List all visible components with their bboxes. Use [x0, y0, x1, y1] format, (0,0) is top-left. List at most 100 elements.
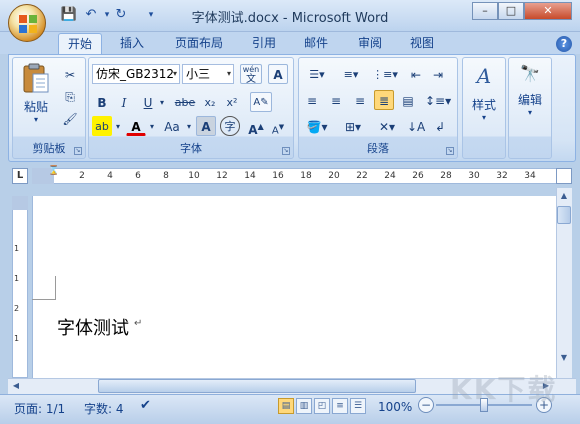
proofing-icon[interactable]: ✔ [140, 398, 151, 413]
increase-indent-icon[interactable]: ⇥ [428, 64, 448, 84]
align-left-icon[interactable]: ≡ [302, 90, 322, 110]
phonetic-guide-button[interactable]: wén 文 [240, 64, 262, 85]
paragraph-launcher-icon[interactable]: ↘ [446, 147, 454, 155]
tab-insert[interactable]: 插入 [112, 33, 152, 54]
decrease-indent-icon[interactable]: ⇤ [406, 64, 426, 84]
ruler-tick-label: 24 [384, 171, 396, 181]
document-text[interactable]: 字体测试 [57, 314, 129, 340]
bullets-icon[interactable]: ☰▾ [302, 64, 332, 84]
font-launcher-icon[interactable]: ↘ [282, 147, 290, 155]
underline-button[interactable]: U [138, 92, 158, 112]
tab-home[interactable]: 开始 [58, 33, 102, 54]
vertical-ruler[interactable] [12, 196, 28, 378]
styles-button[interactable]: A 样式 ▾ [464, 64, 504, 134]
cut-icon[interactable]: ✂ [60, 64, 80, 84]
italic-button[interactable]: I [114, 92, 134, 112]
vruler-tick: 1 [14, 244, 20, 253]
sort-icon[interactable]: ↓A [406, 116, 426, 136]
chinese-layout-icon[interactable]: ✕▾ [374, 116, 400, 136]
tab-page-layout[interactable]: 页面布局 [164, 33, 234, 54]
shading-icon[interactable]: 🪣▾ [302, 116, 332, 136]
paragraph-mark: ↵ [134, 318, 143, 329]
change-case-button[interactable]: Aa [160, 116, 184, 136]
tab-selector-icon[interactable]: L [12, 168, 28, 184]
full-screen-reading-icon[interactable]: ▥ [296, 398, 312, 414]
styles-icon: A [476, 64, 492, 88]
subscript-button[interactable]: x₂ [200, 92, 220, 112]
ruler-tick-label: 28 [440, 171, 452, 181]
shrink-font-button[interactable]: A▼ [268, 116, 288, 136]
help-icon[interactable]: ? [556, 36, 572, 52]
paste-label: 粘贴 [23, 100, 48, 114]
margin-corner-mark [32, 276, 56, 300]
office-button[interactable] [8, 4, 46, 42]
tab-mailings[interactable]: 邮件 [296, 33, 336, 54]
indent-marker-icon[interactable]: ⌛ [48, 166, 59, 176]
paste-icon [23, 63, 49, 93]
strikethrough-button[interactable]: abe [172, 92, 198, 112]
page-count[interactable]: 页面: 1/1 [14, 400, 65, 417]
scroll-down-icon[interactable]: ▼ [558, 352, 570, 364]
grow-font-button[interactable]: A▲ [246, 116, 266, 137]
character-shading-button[interactable]: A [196, 116, 216, 136]
ruler-tick-label: 32 [496, 171, 508, 181]
editing-dropdown-icon: ▾ [527, 108, 532, 117]
enclose-characters-button[interactable]: 字 [220, 116, 240, 136]
document-page[interactable] [32, 196, 556, 378]
highlight-button[interactable]: ab [92, 116, 112, 136]
tab-view[interactable]: 视图 [402, 33, 442, 54]
ruler-tick-label: 16 [272, 171, 284, 181]
font-color-button[interactable]: A [126, 116, 146, 136]
tab-review[interactable]: 审阅 [350, 33, 390, 54]
line-spacing-icon[interactable]: ↕≡▾ [424, 90, 452, 110]
vruler-tick: 1 [14, 274, 20, 283]
styles-label: 样式 [471, 98, 496, 112]
font-name-combo[interactable]: 仿宋_GB2312 ▾ [92, 64, 180, 84]
word-count[interactable]: 字数: 4 [84, 400, 124, 417]
show-marks-icon[interactable]: ↲ [430, 116, 450, 136]
borders-icon[interactable]: ⊞▾ [338, 116, 368, 136]
zoom-out-button[interactable]: − [418, 397, 434, 413]
minimize-button[interactable]: – [472, 2, 498, 20]
editing-button[interactable]: 🔭 编辑 ▾ [510, 64, 550, 134]
character-border-button[interactable]: A [268, 64, 288, 84]
multilevel-list-icon[interactable]: ⋮≡▾ [370, 64, 400, 84]
close-button[interactable]: ✕ [524, 2, 572, 20]
clear-formatting-icon[interactable]: A✎ [250, 92, 272, 112]
font-size-combo[interactable]: 小三 ▾ [182, 64, 234, 84]
view-ruler-icon[interactable] [556, 168, 572, 184]
scroll-up-icon[interactable]: ▲ [558, 190, 570, 202]
justify-icon[interactable]: ≣ [374, 90, 394, 110]
ruler-tick-label: 26 [412, 171, 424, 181]
phonetic-char: 文 [246, 74, 256, 85]
bold-button[interactable]: B [92, 92, 112, 112]
font-name-dropdown-icon: ▾ [172, 69, 177, 78]
outline-icon[interactable]: ≡ [332, 398, 348, 414]
superscript-button[interactable]: x² [222, 92, 242, 112]
align-right-icon[interactable]: ≡ [350, 90, 370, 110]
maximize-button[interactable]: □ [498, 2, 524, 20]
ruler-tick-label: 2 [79, 171, 85, 181]
tab-references[interactable]: 引用 [244, 33, 284, 54]
office-logo-icon [19, 15, 37, 33]
web-layout-icon[interactable]: ◰ [314, 398, 330, 414]
draft-icon[interactable]: ☰ [350, 398, 366, 414]
vertical-scroll-thumb[interactable] [557, 206, 571, 224]
clipboard-launcher-icon[interactable]: ↘ [74, 147, 82, 155]
paste-button[interactable]: 粘贴 ▾ [16, 62, 56, 124]
font-size-value: 小三 [186, 67, 211, 81]
ruler-tick-label: 34 [524, 171, 536, 181]
highlight-dropdown-icon[interactable]: ▾ [112, 116, 124, 136]
scroll-left-icon[interactable]: ◀ [10, 380, 22, 392]
change-case-dropdown-icon[interactable]: ▾ [184, 116, 194, 136]
font-color-dropdown-icon[interactable]: ▾ [146, 116, 158, 136]
zoom-level[interactable]: 100% [378, 400, 412, 414]
underline-dropdown-icon[interactable]: ▾ [156, 92, 168, 112]
distributed-icon[interactable]: ▤ [398, 90, 418, 110]
horizontal-scroll-thumb[interactable] [98, 379, 416, 393]
print-layout-icon[interactable]: ▤ [278, 398, 294, 414]
copy-icon[interactable]: ⎘ [60, 86, 80, 106]
align-center-icon[interactable]: ≡ [326, 90, 346, 110]
format-painter-icon[interactable]: 🖌 [60, 108, 80, 128]
numbering-icon[interactable]: ≡▾ [336, 64, 366, 84]
